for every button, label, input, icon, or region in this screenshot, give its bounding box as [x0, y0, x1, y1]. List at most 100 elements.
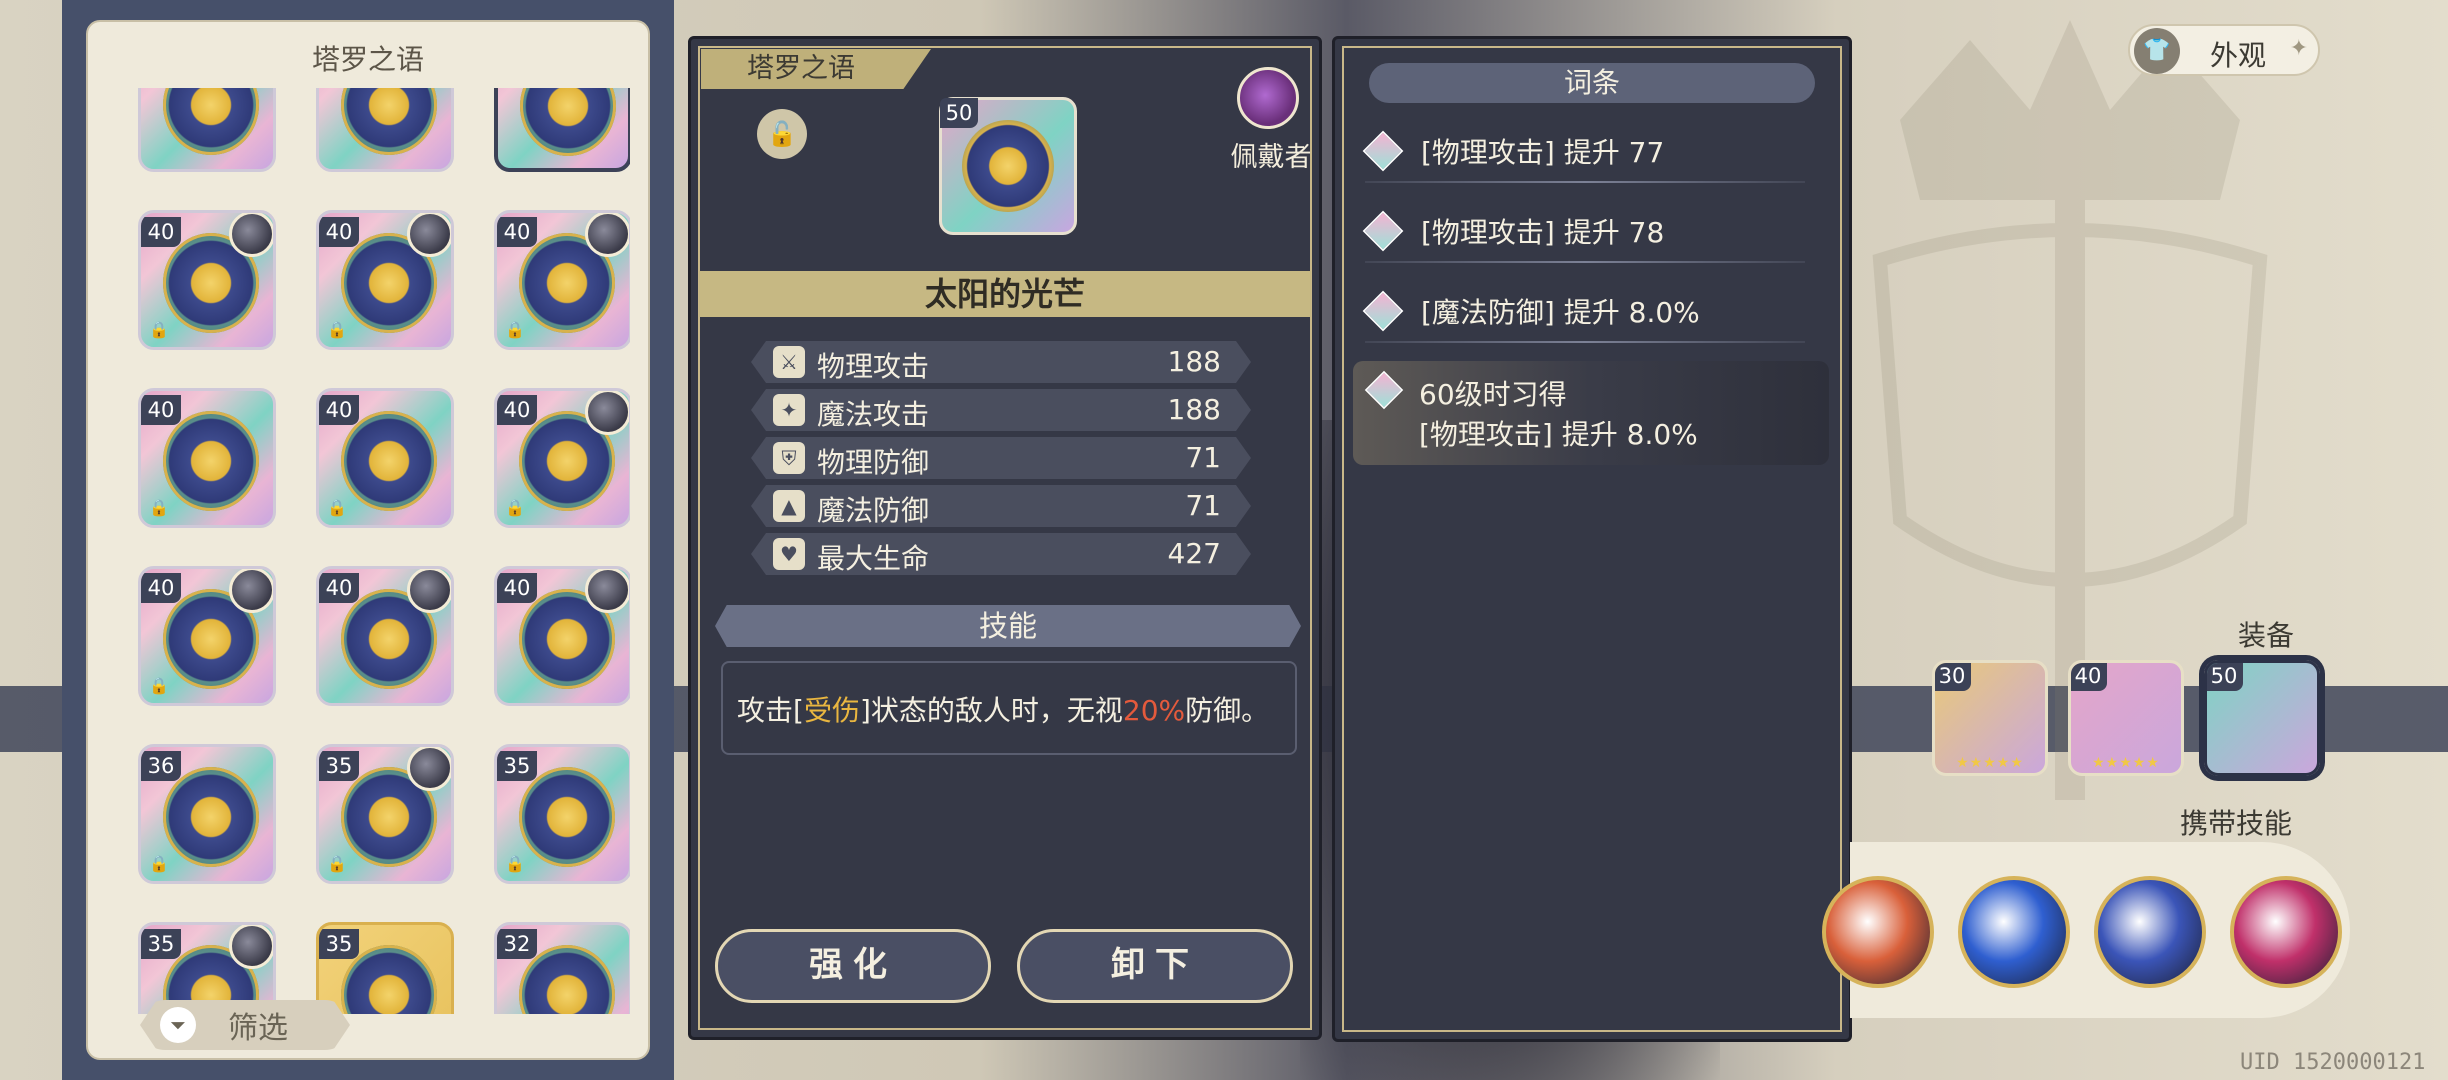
sword-icon: ⚔ — [773, 346, 805, 378]
stat-name: 魔法防御 — [817, 494, 930, 527]
uid-text: UID 1520000121 — [2240, 1050, 2426, 1075]
equipment-slot[interactable]: 30 ★★★★★ — [1932, 660, 2048, 776]
card-level-badge: 35 — [141, 929, 181, 959]
inventory-card[interactable]: 40 🔒 — [138, 210, 276, 350]
tarot-medal-icon — [341, 88, 437, 155]
affix-panel: 词条 [物理攻击] 提升 77 [物理攻击] 提升 78 [魔法防御] 提升 8.0… — [1332, 36, 1852, 1042]
inventory-card[interactable] — [494, 88, 630, 172]
wearer-avatar-icon — [229, 569, 273, 613]
lock-icon: 🔒 — [327, 498, 347, 517]
card-level-badge: 40 — [497, 573, 537, 603]
stat-value: 427 — [1167, 537, 1221, 570]
rarity-stars: ★★★★★ — [1956, 755, 2024, 771]
stat-name: 魔法攻击 — [817, 398, 930, 431]
card-level-badge: 35 — [319, 929, 359, 959]
stat-row: ✦ 魔法攻击 188 — [751, 389, 1251, 431]
slot-level-badge: 40 — [2071, 663, 2107, 691]
inventory-card[interactable]: 40 🔒 — [316, 388, 454, 528]
wearer-avatar-icon — [585, 569, 629, 613]
card-level-badge: 40 — [497, 395, 537, 425]
equipment-slot[interactable]: 40 ★★★★★ — [2068, 660, 2184, 776]
sparkle-icon: ✦ — [2289, 36, 2308, 61]
wearer-avatar-icon — [407, 747, 451, 791]
lock-icon: 🔒 — [149, 498, 169, 517]
card-level-badge: 40 — [141, 217, 181, 247]
inventory-card[interactable]: 40 🔒 — [316, 210, 454, 350]
stat-value: 71 — [1185, 441, 1221, 474]
wearer-label: 佩戴者 — [1230, 142, 1312, 173]
item-level-badge: 50 — [940, 98, 978, 128]
stat-value: 188 — [1167, 345, 1221, 378]
wearer-avatar-icon — [585, 391, 629, 435]
inventory-card[interactable]: 40 🔒 — [138, 566, 276, 706]
inventory-card[interactable]: 35 🔒 — [316, 744, 454, 884]
wearer-avatar-icon — [229, 213, 273, 257]
stat-name: 最大生命 — [817, 542, 930, 575]
skill-header: 技能 — [715, 605, 1301, 647]
tarot-medal-icon — [519, 767, 615, 867]
card-level-badge: 40 — [319, 217, 359, 247]
card-level-badge: 40 — [141, 395, 181, 425]
stat-row: ⚔ 物理攻击 188 — [751, 341, 1251, 383]
card-level-badge: 40 — [141, 573, 181, 603]
lock-toggle-icon[interactable]: 🔓 — [757, 109, 807, 159]
lock-icon: 🔒 — [149, 676, 169, 695]
affix-text: [魔法防御] 提升 8.0% — [1421, 296, 1700, 329]
card-level-badge: 35 — [497, 751, 537, 781]
wand-icon: ✦ — [773, 394, 805, 426]
inventory-card[interactable]: 40 🔒 — [494, 388, 630, 528]
tarot-medal-icon — [163, 767, 259, 867]
card-level-badge: 35 — [319, 751, 359, 781]
inventory-card[interactable]: 40 — [494, 566, 630, 706]
skill-text-part: 防御。 — [1185, 694, 1270, 727]
skill-icon[interactable] — [1958, 876, 2070, 988]
skill-icon[interactable] — [2094, 876, 2206, 988]
inventory-card[interactable]: 40 🔒 — [494, 210, 630, 350]
lock-icon: 🔒 — [505, 320, 525, 339]
affix-row: [物理攻击] 提升 78 — [1362, 203, 1825, 269]
wearer-avatar-icon — [229, 925, 273, 969]
outfit-icon: 👕 — [2134, 28, 2180, 74]
card-level-badge: 40 — [319, 395, 359, 425]
affix-header: 词条 — [1369, 63, 1815, 103]
affix-row: [魔法防御] 提升 8.0% — [1362, 283, 1825, 349]
shield-icon: ⛨ — [773, 442, 805, 474]
wearer-avatar[interactable] — [1237, 67, 1299, 129]
appearance-button[interactable]: 👕 外观 ✦ — [2128, 24, 2320, 76]
inventory-card[interactable] — [138, 88, 276, 172]
unlock-text: [物理攻击] 提升 8.0% — [1419, 418, 1698, 451]
inventory-card[interactable]: 40 — [316, 566, 454, 706]
affix-divider — [1365, 341, 1805, 343]
affix-gem-icon — [1362, 210, 1404, 252]
affix-text: [物理攻击] 提升 77 — [1421, 136, 1665, 169]
equipment-slot[interactable]: 50 — [2204, 660, 2320, 776]
filter-button[interactable]: ⏷ 筛选 — [140, 1000, 350, 1050]
level-unlock-affix: 60级时习得 [物理攻击] 提升 8.0% — [1353, 361, 1829, 465]
inventory-card[interactable] — [316, 88, 454, 172]
card-level-badge: 40 — [497, 217, 537, 247]
skill-icon[interactable] — [1822, 876, 1934, 988]
stat-name: 物理防御 — [817, 446, 930, 479]
skill-text-part: 攻击[ — [737, 694, 804, 727]
unlock-title: 60级时习得 — [1419, 378, 1567, 411]
hat-icon: ▲ — [773, 490, 805, 522]
item-detail-panel: 塔罗之语 🔓 50 佩戴者 太阳的光芒 ⚔ 物理攻击 188 ✦ 魔法攻击 188 ⛨ 物理防… — [688, 36, 1322, 1040]
enhance-button[interactable]: 强化 — [715, 929, 991, 1003]
equipment-label: 装备 — [2238, 619, 2295, 652]
inventory-card[interactable]: 35 — [316, 922, 454, 1014]
inventory-card[interactable]: 40 🔒 — [138, 388, 276, 528]
inventory-card[interactable]: 32 — [494, 922, 630, 1014]
slot-level-badge: 50 — [2207, 663, 2243, 691]
heart-icon: ♥ — [773, 538, 805, 570]
filter-label: 筛选 — [228, 1011, 288, 1046]
inventory-card[interactable]: 36 🔒 — [138, 744, 276, 884]
card-level-badge: 32 — [497, 929, 537, 959]
skill-keyword[interactable]: 受伤 — [804, 694, 860, 727]
slot-level-badge: 30 — [1935, 663, 1971, 691]
inventory-panel: 塔罗之语 40 🔒 40 🔒 40 🔒 40 🔒 40 🔒 40 🔒 40 🔒 40 40 36 🔒 35 🔒 35 🔒 3… — [86, 20, 650, 1060]
skill-icon[interactable] — [2230, 876, 2342, 988]
inventory-card[interactable]: 35 🔒 — [494, 744, 630, 884]
inventory-title: 塔罗之语 — [311, 43, 424, 76]
carried-skills-label: 携带技能 — [2180, 807, 2293, 840]
unequip-button[interactable]: 卸下 — [1017, 929, 1293, 1003]
